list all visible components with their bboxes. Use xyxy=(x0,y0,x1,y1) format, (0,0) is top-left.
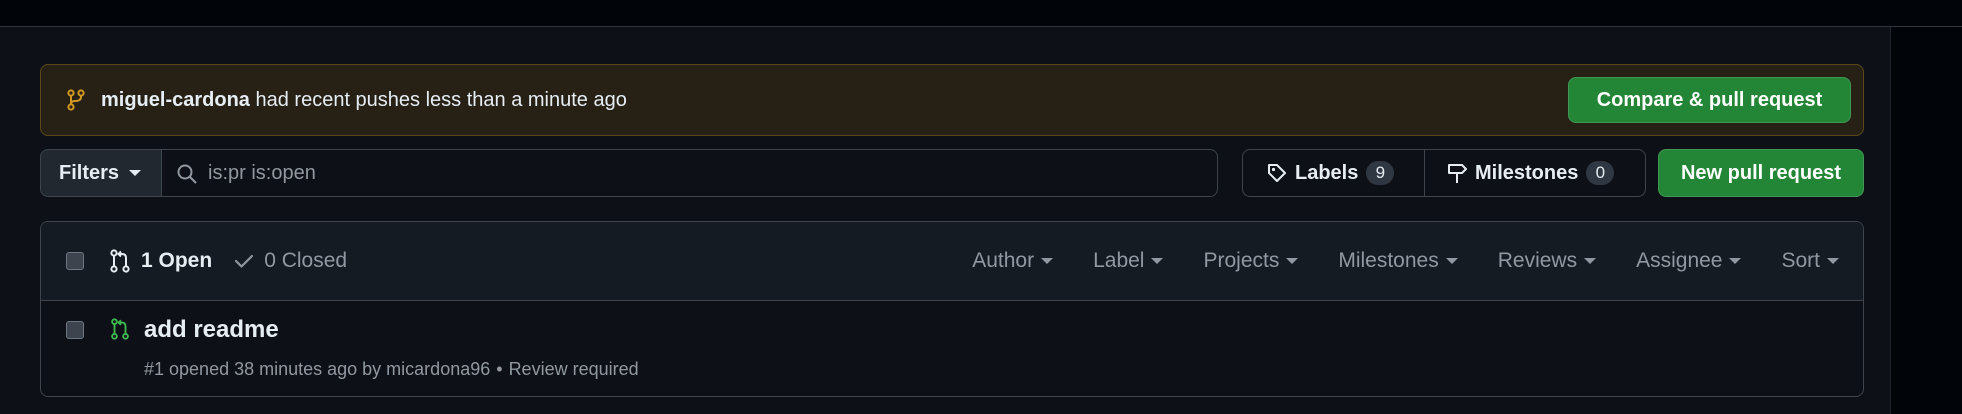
open-filter-link[interactable]: 1 Open xyxy=(109,249,212,273)
reviews-menu[interactable]: Reviews xyxy=(1497,249,1597,273)
chevron-down-icon xyxy=(129,170,142,176)
milestones-count-badge: 0 xyxy=(1586,161,1615,185)
banner-message: miguel-cardona had recent pushes less th… xyxy=(101,89,627,112)
closed-filter-link[interactable]: 0 Closed xyxy=(234,249,347,273)
search-icon xyxy=(177,164,197,184)
pr-title-link[interactable]: add readme xyxy=(144,316,279,344)
git-pull-request-icon xyxy=(110,249,130,273)
chevron-down-icon xyxy=(1445,258,1458,264)
assignee-menu[interactable]: Assignee xyxy=(1636,249,1742,273)
check-icon xyxy=(235,254,254,268)
milestones-button[interactable]: Milestones 0 xyxy=(1424,149,1646,197)
new-pull-request-button[interactable]: New pull request xyxy=(1658,149,1864,197)
sort-menu-label: Sort xyxy=(1781,249,1820,272)
list-filter-menus: Author Label Projects Milestones Reviews… xyxy=(972,249,1839,273)
chevron-down-icon xyxy=(1286,258,1299,264)
nav-tab-partial[interactable] xyxy=(40,0,46,8)
chevron-down-icon xyxy=(1827,258,1839,264)
labels-count-badge: 9 xyxy=(1366,161,1395,185)
chevron-down-icon xyxy=(1041,258,1054,264)
chevron-down-icon xyxy=(1584,258,1597,264)
tag-icon xyxy=(1268,164,1286,182)
projects-menu-label: Projects xyxy=(1203,249,1280,272)
sort-menu[interactable]: Sort xyxy=(1781,249,1839,273)
compare-pull-request-button[interactable]: Compare & pull request xyxy=(1568,77,1851,123)
repo-nav-strip xyxy=(40,0,46,8)
list-item: add readme #1 opened 38 minutes ago by m… xyxy=(41,302,1863,396)
pr-select-checkbox[interactable] xyxy=(66,321,84,339)
closed-count-label: 0 Closed xyxy=(264,249,348,272)
review-status[interactable]: Review required xyxy=(509,359,639,379)
reviews-menu-label: Reviews xyxy=(1497,249,1578,272)
state-toggle: 1 Open 0 Closed xyxy=(109,249,347,273)
filters-button[interactable]: Filters xyxy=(40,149,162,197)
top-navigation xyxy=(0,0,1962,27)
labels-label: Labels xyxy=(1295,161,1359,184)
select-all-checkbox[interactable] xyxy=(66,252,84,270)
pr-opened-info: #1 opened 38 minutes ago by micardona96 xyxy=(144,359,491,379)
list-header: 1 Open 0 Closed Author Label Projects Mi… xyxy=(41,222,1863,301)
assignee-menu-label: Assignee xyxy=(1636,249,1723,272)
search-input[interactable] xyxy=(208,158,1198,188)
milestones-label: Milestones xyxy=(1475,161,1579,184)
author-menu[interactable]: Author xyxy=(972,249,1054,273)
recent-pushes-banner: miguel-cardona had recent pushes less th… xyxy=(40,64,1864,136)
banner-text: had recent pushes less than a minute ago xyxy=(255,89,627,111)
open-count-label: 1 Open xyxy=(141,249,213,272)
labels-button[interactable]: Labels 9 xyxy=(1242,149,1425,197)
milestones-menu-label: Milestones xyxy=(1338,249,1439,272)
chevron-down-icon xyxy=(1729,258,1742,264)
label-menu[interactable]: Label xyxy=(1093,249,1164,273)
projects-menu[interactable]: Projects xyxy=(1203,249,1299,273)
label-menu-label: Label xyxy=(1093,249,1145,272)
author-menu-label: Author xyxy=(972,249,1035,272)
banner-user-link[interactable]: miguel-cardona xyxy=(101,89,250,111)
search-field[interactable] xyxy=(161,149,1218,197)
milestone-icon xyxy=(1448,164,1467,183)
milestones-menu[interactable]: Milestones xyxy=(1338,249,1458,273)
chevron-down-icon xyxy=(1151,258,1164,264)
pull-request-list: 1 Open 0 Closed Author Label Projects Mi… xyxy=(40,221,1864,397)
separator-dot: • xyxy=(496,359,503,379)
git-branch-icon xyxy=(67,89,85,111)
page-scrollbar[interactable] xyxy=(1890,27,1962,414)
filters-label: Filters xyxy=(59,161,120,184)
pr-meta: #1 opened 38 minutes ago by micardona96 •… xyxy=(144,359,639,380)
git-pull-request-icon xyxy=(111,318,129,340)
